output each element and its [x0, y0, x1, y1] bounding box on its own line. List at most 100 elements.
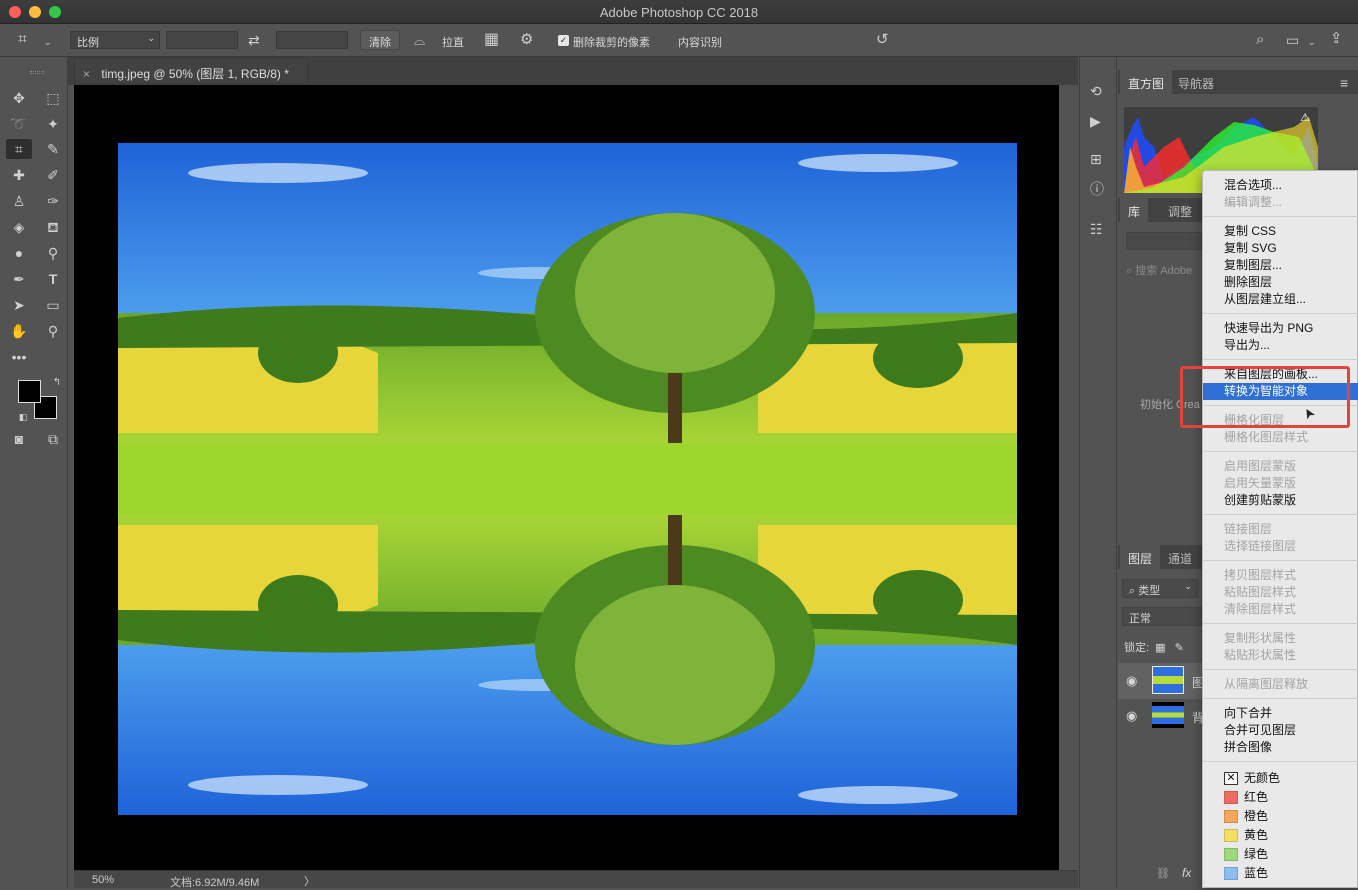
close-tab-icon[interactable]: × — [83, 67, 90, 81]
color-swatch — [1224, 810, 1238, 823]
status-bar: 50% 文档:6.92M/9.46M 〉 — [74, 870, 1078, 889]
swap-icon[interactable]: ⇄ — [248, 32, 260, 48]
menu-item[interactable]: 合并可见图层 — [1203, 722, 1358, 739]
hand-tool-icon[interactable]: ✋ — [8, 321, 30, 341]
menu-item[interactable]: 创建剪贴蒙版 — [1203, 492, 1358, 509]
color-menu-item[interactable]: 红色 — [1203, 788, 1358, 807]
menu-item[interactable]: 删除图层 — [1203, 274, 1358, 291]
screen-mode-icon[interactable]: ⧉ — [42, 429, 64, 449]
library-dropdown[interactable] — [1126, 232, 1206, 250]
crop-tool-icon[interactable]: ⌗ — [6, 139, 32, 159]
eyedropper-tool-icon[interactable]: ✎ — [42, 139, 64, 159]
library-search[interactable]: ⌕ 搜索 Adobe — [1126, 262, 1192, 278]
default-colors-icon[interactable]: ◧ — [12, 407, 34, 427]
foreground-color-swatch[interactable] — [18, 380, 41, 403]
menu-item[interactable]: 复制 SVG — [1203, 240, 1358, 257]
tab-channels[interactable]: 通道 — [1160, 545, 1200, 569]
reset-icon[interactable]: ↺ — [876, 32, 889, 48]
menu-item[interactable]: 复制 CSS — [1203, 223, 1358, 240]
content-aware-label[interactable]: 内容识别 — [678, 34, 722, 50]
move-tool-icon[interactable]: ✥ — [8, 88, 30, 108]
path-selection-tool-icon[interactable]: ➤ — [8, 295, 30, 315]
canvas-image[interactable] — [118, 143, 1017, 815]
toolbox-grip[interactable] — [30, 71, 44, 74]
menu-item[interactable]: 快速导出为 PNG — [1203, 320, 1358, 337]
share-icon[interactable]: ⇪ — [1330, 31, 1343, 47]
color-menu-item[interactable]: ✕ 无颜色 — [1203, 769, 1358, 788]
magic-wand-tool-icon[interactable]: ✦ — [42, 114, 64, 134]
menu-item[interactable]: 拼合图像 — [1203, 739, 1358, 756]
color-menu-item[interactable]: 绿色 — [1203, 845, 1358, 864]
lock-pixels-icon[interactable]: ✎ — [1175, 642, 1184, 654]
menu-item[interactable]: 混合选项... — [1203, 177, 1358, 194]
tab-navigator[interactable]: 导航器 — [1170, 70, 1222, 94]
tab-adjustments[interactable]: 调整 — [1160, 198, 1200, 222]
properties-icon[interactable]: ⊞ — [1090, 151, 1102, 167]
layer-comps-icon[interactable]: ☷ — [1090, 221, 1103, 237]
crop-tool-preset-icon[interactable]: ⌗ — [18, 32, 27, 48]
tab-layers[interactable]: 图层 — [1120, 545, 1161, 569]
zoom-level[interactable]: 50% — [92, 874, 114, 886]
blur-tool-icon[interactable]: ● — [8, 243, 30, 263]
ratio-select[interactable]: 比例 ⌄ — [70, 31, 160, 49]
rectangle-tool-icon[interactable]: ▭ — [42, 295, 64, 315]
tab-histogram[interactable]: 直方图 — [1120, 70, 1173, 94]
swap-colors-icon[interactable]: ↰ — [46, 373, 68, 393]
info-icon[interactable]: ⓘ — [1090, 181, 1104, 197]
straighten-icon[interactable]: ⌓ — [414, 32, 425, 48]
paint-bucket-tool-icon[interactable]: ⛾ — [42, 217, 64, 237]
history-icon[interactable]: ⟲ — [1090, 83, 1102, 99]
actions-play-icon[interactable]: ▶ — [1090, 113, 1101, 129]
document-tab[interactable]: × timg.jpeg @ 50% (图层 1, RGB/8) * — [74, 58, 308, 84]
cache-warning-icon[interactable]: ⚠ — [1300, 111, 1310, 124]
color-swatch — [1224, 848, 1238, 861]
chevron-down-icon[interactable]: ⌄ — [44, 34, 52, 50]
layer-filter-select[interactable]: ⌕ 类型 ⌄ — [1122, 579, 1198, 598]
tab-library[interactable]: 库 — [1120, 198, 1149, 222]
zoom-tool-icon[interactable]: ⚲ — [42, 321, 64, 341]
layer-row-2[interactable]: ◉ 背 — [1118, 699, 1204, 733]
blend-mode-select[interactable]: 正常 — [1122, 607, 1202, 626]
pen-tool-icon[interactable]: ✒ — [8, 269, 30, 289]
more-tools-icon[interactable]: ••• — [8, 347, 30, 367]
color-menu-item[interactable]: 蓝色 — [1203, 864, 1358, 883]
dodge-tool-icon[interactable]: ⚲ — [42, 243, 64, 263]
menu-separator — [1203, 623, 1358, 624]
clone-stamp-tool-icon[interactable]: ♙ — [8, 191, 30, 211]
fx-button[interactable]: fx — [1182, 866, 1191, 880]
layer-row-1[interactable]: ◉ 图 — [1118, 663, 1204, 699]
marquee-tool-icon[interactable]: ⬚ — [42, 88, 64, 108]
status-menu-arrow[interactable]: 〉 — [304, 873, 315, 889]
color-menu-item[interactable]: 橙色 — [1203, 807, 1358, 826]
panel-menu-icon[interactable]: ≡ — [1340, 75, 1348, 91]
eye-icon[interactable]: ◉ — [1126, 708, 1137, 724]
menu-item[interactable]: 复制图层... — [1203, 257, 1358, 274]
chevron-down-icon: ⌄ — [147, 33, 155, 43]
menu-item[interactable]: 向下合并 — [1203, 705, 1358, 722]
straighten-label[interactable]: 拉直 — [442, 34, 464, 50]
grid-overlay-icon[interactable]: ▦ — [484, 32, 499, 48]
history-brush-tool-icon[interactable]: ✑ — [42, 191, 64, 211]
clear-button[interactable]: 清除 — [360, 30, 400, 50]
menu-item[interactable]: 从图层建立组... — [1203, 291, 1358, 308]
gear-icon[interactable]: ⚙ — [520, 32, 533, 48]
lasso-tool-icon[interactable]: ➰ — [8, 114, 30, 134]
type-tool-icon[interactable]: T — [42, 269, 64, 289]
menu-item[interactable]: 导出为... — [1203, 337, 1358, 354]
height-input[interactable] — [276, 31, 348, 49]
eraser-tool-icon[interactable]: ◈ — [8, 217, 30, 237]
link-layers-icon[interactable]: ⛓ — [1156, 867, 1170, 880]
search-icon[interactable]: ⌕ — [1256, 32, 1264, 48]
brush-tool-icon[interactable]: ✐ — [42, 165, 64, 185]
workspace-icon[interactable]: ▭ — [1286, 32, 1299, 48]
quick-mask-icon[interactable]: ◙ — [8, 429, 30, 449]
lock-transparency-icon[interactable]: ▦ — [1155, 642, 1165, 654]
color-menu-item[interactable]: 黄色 — [1203, 826, 1358, 845]
delete-cropped-label[interactable]: 删除裁剪的像素 — [573, 34, 650, 50]
width-input[interactable] — [166, 31, 238, 49]
healing-brush-tool-icon[interactable]: ✚ — [8, 165, 30, 185]
eye-icon[interactable]: ◉ — [1126, 673, 1137, 689]
menu-separator — [1203, 451, 1358, 452]
chevron-down-icon[interactable]: ⌄ — [1308, 34, 1316, 50]
delete-cropped-checkbox[interactable]: ✓ — [558, 35, 569, 46]
